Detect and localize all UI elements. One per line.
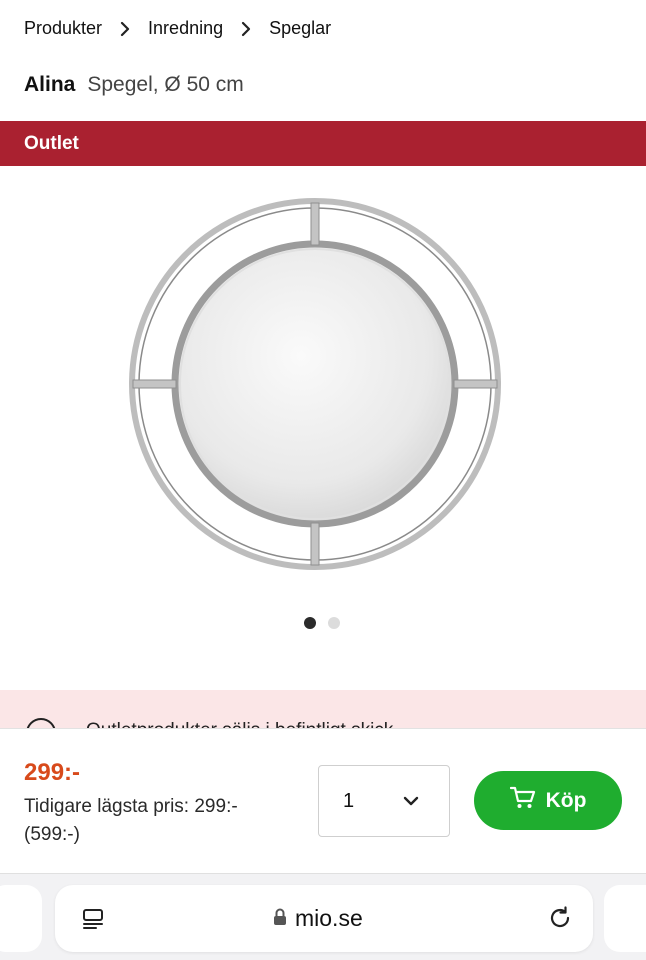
next-tab[interactable] xyxy=(604,885,646,952)
buy-button-label: Köp xyxy=(545,788,587,812)
breadcrumb: Produkter Inredning Speglar xyxy=(24,18,331,39)
chevron-right-icon xyxy=(112,18,138,39)
carousel-dot-1[interactable] xyxy=(304,617,316,629)
quantity-select[interactable]: 1 xyxy=(318,765,450,837)
outlet-banner: Outlet xyxy=(0,121,646,166)
outlet-label: Outlet xyxy=(24,133,79,154)
previous-tab[interactable] xyxy=(0,885,42,952)
carousel-dot-2[interactable] xyxy=(328,617,340,629)
lock-icon xyxy=(273,905,287,932)
address-bar[interactable]: mio.se xyxy=(55,885,593,952)
cart-icon xyxy=(509,786,536,816)
round-mirror-image[interactable] xyxy=(125,190,505,578)
carousel-dots xyxy=(304,617,340,629)
buy-button[interactable]: Köp xyxy=(474,771,622,830)
product-subtitle: Spegel, Ø 50 cm xyxy=(87,73,244,96)
outlet-notice: Outletprodukter säljs i befintligt skick xyxy=(0,690,646,730)
quantity-value: 1 xyxy=(343,790,355,812)
breadcrumb-inredning[interactable]: Inredning xyxy=(148,18,223,39)
breadcrumb-produkter[interactable]: Produkter xyxy=(24,18,102,39)
browser-toolbar: mio.se xyxy=(0,873,646,960)
chevron-right-icon xyxy=(233,18,259,39)
product-title: Alina Spegel, Ø 50 cm xyxy=(24,73,244,97)
url-value: mio.se xyxy=(295,905,363,931)
price: 299:- xyxy=(24,759,81,786)
reader-icon[interactable] xyxy=(81,907,105,936)
previous-lowest-price: Tidigare lägsta pris: 299:- xyxy=(24,796,238,817)
url-text: mio.se xyxy=(273,905,363,932)
chevron-down-icon xyxy=(403,794,419,812)
reload-icon[interactable] xyxy=(547,905,573,936)
product-name: Alina xyxy=(24,73,76,96)
breadcrumb-speglar[interactable]: Speglar xyxy=(269,18,331,39)
original-price: (599:-) xyxy=(24,824,80,845)
purchase-bar: 299:- Tidigare lägsta pris: 299:- (599:-… xyxy=(0,728,646,873)
previous-price: Tidigare lägsta pris: 299:- (599:-) xyxy=(24,793,294,849)
